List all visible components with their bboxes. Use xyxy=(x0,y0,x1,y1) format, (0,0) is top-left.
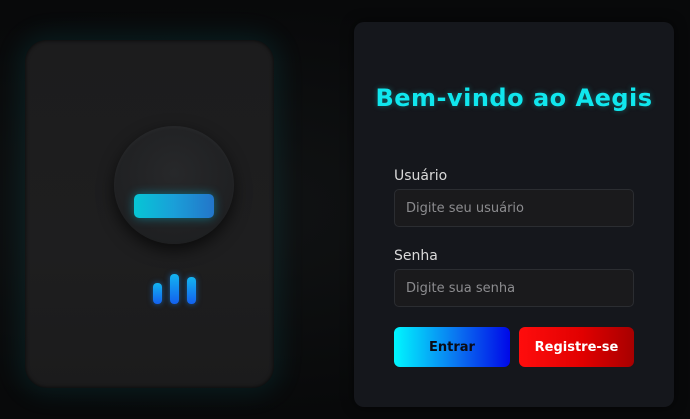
password-input[interactable] xyxy=(394,269,634,307)
login-panel: Bem-vindo ao Aegis Usuário Senha Entrar … xyxy=(354,22,674,407)
app-root: Bem-vindo ao Aegis Usuário Senha Entrar … xyxy=(0,0,690,419)
page-title: Bem-vindo ao Aegis xyxy=(375,84,653,112)
scanner-light xyxy=(134,194,214,218)
signal-bar xyxy=(170,274,179,304)
register-button[interactable]: Registre-se xyxy=(519,327,634,367)
signal-bar xyxy=(153,283,162,304)
signal-bar xyxy=(187,277,196,304)
signal-bars-icon xyxy=(153,274,197,304)
username-label: Usuário xyxy=(394,168,448,184)
password-label: Senha xyxy=(394,248,438,264)
fingerprint-scanner-icon xyxy=(114,126,234,244)
biometric-device xyxy=(25,40,274,388)
username-input[interactable] xyxy=(394,189,634,227)
login-button[interactable]: Entrar xyxy=(394,327,510,367)
